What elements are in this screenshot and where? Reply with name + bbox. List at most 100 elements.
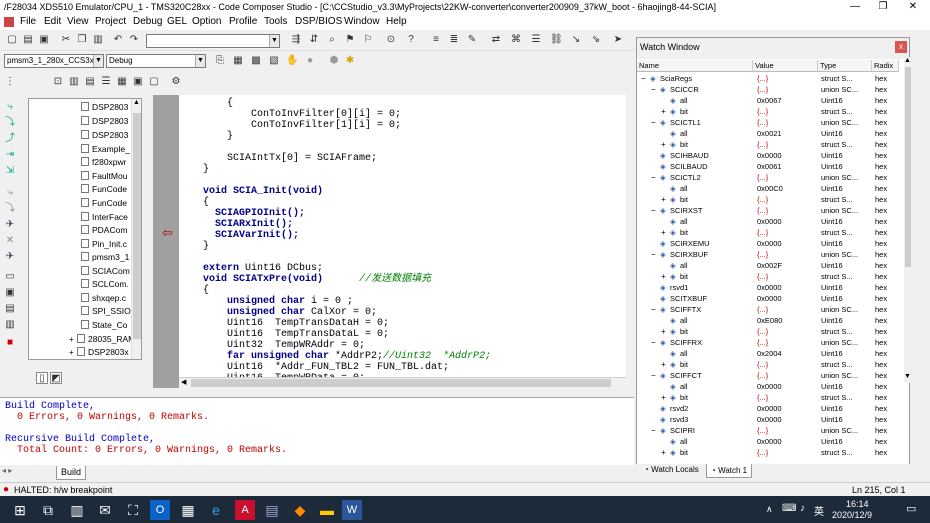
watch-value[interactable]: 0x0000 xyxy=(757,381,819,392)
watch-row[interactable]: + ◈ bit {...} struct S... hex xyxy=(637,139,899,150)
watch-value[interactable]: 0x0021 xyxy=(757,128,819,139)
config-combo[interactable]: Debug ▼ xyxy=(106,54,206,68)
tree-file[interactable]: pmsm3_1 xyxy=(81,251,129,264)
collapse-icon[interactable]: − xyxy=(651,337,659,348)
project-combo[interactable]: pmsm3_1_280x_CCS3x.pj ▼ xyxy=(4,54,104,68)
watch-row[interactable]: ◈ rsvd1 0x0000 Uint16 hex xyxy=(637,282,899,293)
watch-value[interactable]: 0x0000 xyxy=(757,238,819,249)
run-to-cursor-icon[interactable]: ⇥ xyxy=(4,149,16,161)
find-files-icon[interactable]: ⌕ xyxy=(326,34,338,46)
compile-icon[interactable]: ⎘ xyxy=(214,55,226,67)
tree-folder[interactable]: + DSP2803x H xyxy=(69,346,137,359)
watch-row[interactable]: − ◈ SCICCR {...} union SC... hex xyxy=(637,84,899,95)
collapse-icon[interactable]: − xyxy=(651,172,659,183)
watch-icon[interactable]: ▦ xyxy=(116,76,128,88)
stop-icon[interactable]: ■ xyxy=(4,337,16,349)
watch-row[interactable]: ◈ all 0x0000 Uint16 hex xyxy=(637,436,899,447)
code-line[interactable]: Uint32 TempWRAddr = 0; xyxy=(179,340,365,351)
cut-icon[interactable]: ✂ xyxy=(60,34,72,46)
code-line[interactable]: SCIAGPIOInit(); xyxy=(179,208,305,219)
scroll-up-icon[interactable]: ▲ xyxy=(904,57,911,64)
stop-build-icon[interactable]: ● xyxy=(304,55,316,67)
watch-value[interactable]: 0x00C0 xyxy=(757,183,819,194)
new-file-icon[interactable]: ▢ xyxy=(6,34,18,46)
menu-dspbios[interactable]: DSP/BIOS xyxy=(295,16,342,27)
watch-value[interactable]: 0x0000 xyxy=(757,216,819,227)
breakpoint-gray-icon[interactable]: ⬢ xyxy=(328,55,340,67)
tree-file[interactable]: InterFace xyxy=(81,211,128,224)
watch-value[interactable]: {...} xyxy=(757,117,819,128)
menu-tools[interactable]: Tools xyxy=(264,16,287,27)
code-line[interactable]: } xyxy=(179,241,209,252)
expand-icon[interactable]: + xyxy=(661,447,669,458)
collapse-icon[interactable]: − xyxy=(651,84,659,95)
scroll-thumb[interactable] xyxy=(905,67,911,267)
watch-row[interactable]: ◈ all 0x00C0 Uint16 hex xyxy=(637,183,899,194)
asm-step-icon[interactable]: ⤷ xyxy=(4,187,16,199)
list-icon[interactable]: ☰ xyxy=(530,34,542,46)
scroll-down-icon[interactable]: ▼ xyxy=(904,373,911,380)
find-combo[interactable]: ▼ xyxy=(146,34,280,48)
watch-value[interactable]: 0x0000 xyxy=(757,403,819,414)
watch-value[interactable]: {...} xyxy=(757,249,819,260)
tree-file[interactable]: Example_ xyxy=(81,143,130,156)
run-icon[interactable]: ✈ xyxy=(4,219,16,231)
file-view-icon[interactable]: ▯ xyxy=(36,372,48,384)
bookmark-next-icon[interactable]: ⚐ xyxy=(362,34,374,46)
tree-file[interactable]: shxqep.c xyxy=(81,292,126,305)
code-line[interactable]: ConToInvFilter[1][i] = 0; xyxy=(179,120,401,131)
task-view-icon[interactable]: ⧉ xyxy=(38,500,58,520)
code-line[interactable]: unsigned char i = 0 ; xyxy=(179,296,353,307)
watch-row[interactable]: ◈ all 0xE080 Uint16 hex xyxy=(637,315,899,326)
profile-point-icon[interactable]: ▤ xyxy=(4,303,16,315)
binoculars-icon[interactable]: ⊙ xyxy=(385,34,397,46)
tree-file[interactable]: FunCode xyxy=(81,183,127,196)
volume-icon[interactable]: ♪ xyxy=(800,503,805,514)
watch-value[interactable]: 0xE080 xyxy=(757,315,819,326)
code-line[interactable]: Uint16 TempTransDataL = 0; xyxy=(179,329,389,340)
watch-row[interactable]: − ◈ SCIFFTX {...} union SC... hex xyxy=(637,304,899,315)
watch-row[interactable]: ◈ SCIRXEMU 0x0000 Uint16 hex xyxy=(637,238,899,249)
watch-row[interactable]: − ◈ SCICTL2 {...} union SC... hex xyxy=(637,172,899,183)
acrobat-icon[interactable]: A xyxy=(235,500,255,520)
disasm-icon[interactable]: ☰ xyxy=(100,76,112,88)
watch-row[interactable]: + ◈ bit {...} struct S... hex xyxy=(637,106,899,117)
collapse-icon[interactable]: − xyxy=(641,73,649,84)
watch-row[interactable]: + ◈ bit {...} struct S... hex xyxy=(637,271,899,282)
hand-icon[interactable]: ✋ xyxy=(286,55,298,67)
menu-window[interactable]: Window xyxy=(344,16,380,27)
run-to-icon[interactable]: ➤ xyxy=(612,34,624,46)
network-tray-icon[interactable]: ⌨ xyxy=(782,503,796,514)
tree-folder[interactable]: +28035_RAM_ xyxy=(69,333,140,346)
code-line[interactable]: unsigned char CalXor = 0; xyxy=(179,307,377,318)
code-line[interactable]: } xyxy=(179,164,209,175)
tree-file[interactable]: SPI_SSIO xyxy=(81,305,131,318)
find-prev-icon[interactable]: ⇵ xyxy=(308,34,320,46)
watch-row[interactable]: − ◈ SCICTL1 {...} union SC... hex xyxy=(637,117,899,128)
watch-row[interactable]: − ◈ SciaRegs {...} struct S... hex xyxy=(637,73,899,84)
folder-icon[interactable]: ▬ xyxy=(317,500,337,520)
chevron-down-icon[interactable]: ▼ xyxy=(195,55,205,67)
registers-icon[interactable]: ▥ xyxy=(68,76,80,88)
code-line[interactable]: { xyxy=(179,197,209,208)
watch-row[interactable]: + ◈ bit {...} struct S... hex xyxy=(637,227,899,238)
graph-icon[interactable]: ▣ xyxy=(132,76,144,88)
watch-row[interactable]: + ◈ bit {...} struct S... hex xyxy=(637,359,899,370)
windows-start-icon[interactable]: ⊞ xyxy=(10,500,30,520)
tab-watch-locals[interactable]: ◔ Watch Locals xyxy=(644,465,699,474)
paste-icon[interactable]: ▥ xyxy=(92,34,104,46)
expand-icon[interactable]: + xyxy=(661,227,669,238)
bookmark-icon[interactable]: ⚑ xyxy=(344,34,356,46)
col-radix[interactable]: Radix xyxy=(872,60,899,72)
expand-icon[interactable]: + xyxy=(661,271,669,282)
open-folder-icon[interactable]: ▤ xyxy=(22,34,34,46)
watch-value[interactable]: {...} xyxy=(757,370,819,381)
rebuild-icon[interactable]: ▩ xyxy=(250,55,262,67)
watch-value[interactable]: 0x0000 xyxy=(757,414,819,425)
code-line[interactable]: far unsigned char *AddrP2;//Uint32 *Addr… xyxy=(179,351,491,362)
breakpoint-icon[interactable]: ▭ xyxy=(4,271,16,283)
watch-row[interactable]: ◈ SCITXBUF 0x0000 Uint16 hex xyxy=(637,293,899,304)
tree-file[interactable]: PDACom xyxy=(81,224,127,237)
gel-icon[interactable]: ⚙ xyxy=(170,76,182,88)
collapse-icon[interactable]: − xyxy=(651,304,659,315)
